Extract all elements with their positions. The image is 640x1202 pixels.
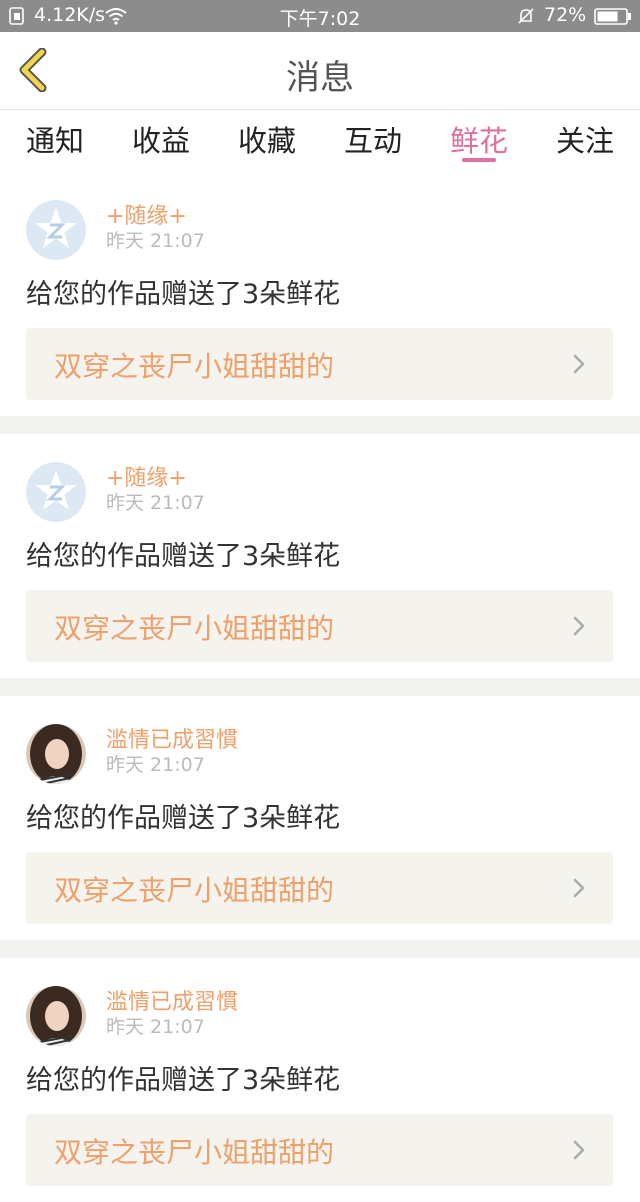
battery-percent: 72% [544,4,587,26]
message-time: 昨天 21:07 [106,492,205,514]
message-text: 给您的作品赠送了3朵鲜花 [26,541,341,572]
tab-favorites[interactable]: 收藏 [222,118,312,160]
work-title: 双穿之丧尸小姐甜甜的 [54,874,335,907]
tab-notice[interactable]: 通知 [10,118,100,160]
work-link[interactable]: 双穿之丧尸小姐甜甜的 [26,852,613,924]
work-title: 双穿之丧尸小姐甜甜的 [54,612,335,645]
tab-flowers[interactable]: 鲜花 [434,118,524,160]
message-text: 给您的作品赠送了3朵鲜花 [26,803,341,834]
message-card: 滥情已成習慣 昨天 21:07 给您的作品赠送了3朵鲜花 双穿之丧尸小姐甜甜的 [0,696,640,940]
active-tab-indicator [462,158,496,162]
photo-avatar-icon [26,986,86,1046]
card-divider [0,416,640,434]
silent-bell-icon [518,8,534,24]
page-title: 消息 [286,58,354,98]
message-card: 滥情已成習慣 昨天 21:07 给您的作品赠送了3朵鲜花 双穿之丧尸小姐甜甜的 [0,958,640,1202]
nav-bar: 消息 [0,32,640,110]
chevron-right-icon [573,616,585,636]
work-title: 双穿之丧尸小姐甜甜的 [54,350,335,383]
battery-icon [594,8,631,25]
status-bar: 4.12K/s 下午7:02 72% [0,0,640,32]
message-time: 昨天 21:07 [106,1016,205,1038]
user-avatar[interactable] [26,200,86,260]
message-time: 昨天 21:07 [106,230,205,252]
chevron-right-icon [573,1140,585,1160]
work-link[interactable]: 双穿之丧尸小姐甜甜的 [26,590,613,662]
user-avatar[interactable] [26,462,86,522]
tab-interaction[interactable]: 互动 [328,118,418,160]
chevron-right-icon [573,354,585,374]
chevron-right-icon [573,878,585,898]
work-link[interactable]: 双穿之丧尸小姐甜甜的 [26,1114,613,1186]
message-card: +随缘+ 昨天 21:07 给您的作品赠送了3朵鲜花 双穿之丧尸小姐甜甜的 [0,434,640,678]
message-text: 给您的作品赠送了3朵鲜花 [26,279,341,310]
tab-earnings[interactable]: 收益 [116,118,206,160]
user-avatar[interactable] [26,986,86,1046]
work-title: 双穿之丧尸小姐甜甜的 [54,1136,335,1169]
message-time: 昨天 21:07 [106,754,205,776]
photo-avatar-icon [26,724,86,784]
tab-bar: 通知 收益 收藏 互动 鲜花 关注 [0,110,640,170]
card-divider [0,678,640,696]
star-avatar-icon [26,462,86,522]
message-text: 给您的作品赠送了3朵鲜花 [26,1065,341,1096]
user-avatar[interactable] [26,724,86,784]
work-link[interactable]: 双穿之丧尸小姐甜甜的 [26,328,613,400]
message-card: +随缘+ 昨天 21:07 给您的作品赠送了3朵鲜花 双穿之丧尸小姐甜甜的 [0,172,640,416]
card-divider [0,940,640,958]
tab-follow[interactable]: 关注 [540,118,630,160]
star-avatar-icon [26,200,86,260]
